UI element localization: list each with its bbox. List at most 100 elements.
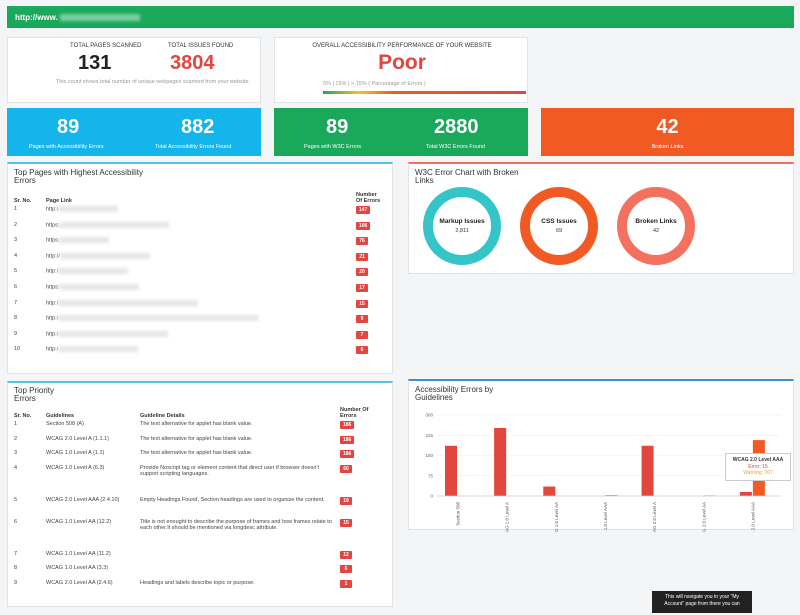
row-link[interactable]: http:// (46, 252, 356, 269)
row-sr: 9 (14, 579, 18, 586)
broken-links-tile: 42 Broken Links (541, 108, 794, 156)
x-tick-label: WCAG 1.0 Level A (505, 502, 510, 532)
donut-broken-links[interactable]: Broken Links 42 (617, 187, 695, 265)
row-guideline: WCAG 1.0 Level A (1.1) (46, 450, 105, 457)
x-tick-label: WCAG 2.0 Level AAA (750, 502, 755, 532)
error-count-badge: 9 (356, 315, 368, 324)
error-count-badge: 186 (340, 450, 355, 459)
row-errors: 186 (340, 435, 386, 451)
donut-label: CSS Issues (541, 218, 577, 225)
x-tick-label: WCAG 1.0 Level AA (554, 502, 559, 532)
x-tick-label: WCAG 2.0 Level AA (701, 502, 706, 532)
row-link[interactable]: http:/ (46, 268, 356, 284)
url-bar: http://www. (7, 6, 794, 28)
bar-error[interactable] (543, 486, 556, 496)
y-tick-label: 225 (425, 433, 433, 438)
priority-title: Top Priority Errors (14, 386, 55, 404)
table-row: 6 WCAG 1.0 Level AA (12.2) Title is not en… (14, 518, 386, 551)
table-row: 8 http:/9 (14, 315, 386, 331)
overall-performance-card: OVERALL ACCESSIBILITY PERFORMANCE OF YOU… (274, 37, 528, 103)
w3c-errors-label: Total W3C Errors Found (426, 144, 485, 150)
table-row: 7 WCAG 1.0 Level AA (11.2) 12 (14, 550, 386, 566)
top-pages-title: Top Pages with Highest Accessibility Err… (14, 168, 143, 186)
scale-text: 5% | 15% | > 15% ( Percentage of Errors … (323, 81, 426, 87)
w3c-tile: 89 Pages with W3C Errors 2880 Total W3C … (274, 108, 528, 156)
row-guideline: WCAG 1.0 Level AA (12.2) (46, 518, 112, 525)
row-guideline: WCAG 2.0 Level AA (2.4.6) (46, 579, 113, 586)
row-guideline: WCAG 1.0 Level A (6.3) (46, 464, 105, 471)
bar-error[interactable] (739, 491, 752, 496)
row-errors: 60 (340, 464, 386, 497)
error-count-badge: 15 (340, 518, 352, 527)
x-tick-label: WCAG 2.0 Level A (652, 502, 657, 532)
url-redacted (59, 14, 140, 22)
total-pages-value: 131 (78, 52, 112, 74)
row-sr: 5 (14, 496, 18, 503)
donut-value: 69 (556, 228, 562, 234)
bar-error[interactable] (641, 445, 654, 496)
performance-scale-bar (323, 91, 526, 94)
row-errors: 15 (356, 299, 386, 316)
priority-table-wrap: Sr. No. Guidelines Guideline Details Num… (14, 405, 386, 595)
broken-links-value: 42 (656, 116, 679, 138)
table-row: 10 http:/6 (14, 346, 386, 362)
row-errors: 186 (340, 450, 386, 465)
my-account-tooltip: This will navigate you to your "My Accou… (652, 591, 752, 613)
accessibility-errors-value: 882 (181, 116, 215, 138)
row-link[interactable]: https: (46, 221, 356, 238)
row-details: The text alternative for applet has blan… (140, 435, 253, 442)
accessibility-tile: 89 Pages with Accessibility Errors 882 T… (7, 108, 261, 156)
error-count-badge: 106 (356, 221, 371, 230)
row-sr: 9 (14, 330, 18, 337)
row-errors: 76 (356, 237, 386, 253)
row-errors: 20 (356, 268, 386, 284)
col-guidelines: Guidelines (46, 413, 75, 419)
row-errors: 21 (356, 252, 386, 269)
row-details: Empty Headings Found, Section headings a… (140, 496, 325, 503)
donut-label: Broken Links (635, 218, 677, 225)
row-errors: 19 (340, 496, 386, 519)
total-issues-value: 3804 (170, 52, 215, 74)
error-count-badge: 20 (356, 268, 368, 277)
row-sr: 6 (14, 283, 18, 290)
donut-markup-issues[interactable]: Markup Issues 2,811 (423, 187, 501, 265)
bar-error[interactable] (494, 427, 507, 496)
row-sr: 3 (14, 237, 18, 244)
url-text: http://www. (15, 13, 58, 22)
y-tick-label: 75 (428, 473, 434, 478)
row-errors: 7 (356, 330, 386, 347)
row-link[interactable]: http:/ (46, 206, 356, 222)
row-sr: 2 (14, 221, 18, 228)
donut-value: 42 (653, 228, 659, 234)
total-issues-label: TOTAL ISSUES FOUND (168, 43, 234, 49)
broken-links-label: Broken Links (651, 144, 684, 150)
row-guideline: WCAG 2.0 Level A (1.1.1) (46, 435, 109, 442)
guideline-chart-panel: Accessibility Errors by Guidelines 0 75 15… (408, 379, 794, 532)
error-count-badge: 186 (340, 421, 355, 429)
accessibility-errors-label: Total Accessibility Errors Found (155, 144, 232, 150)
top-pages-panel: Top Pages with Highest Accessibility Err… (7, 162, 393, 374)
error-count-badge: 19 (340, 496, 352, 505)
total-pages-label: TOTAL PAGES SCANNED (70, 43, 142, 49)
row-link[interactable]: http:/ (46, 315, 356, 331)
donut-css-issues[interactable]: CSS Issues 69 (520, 187, 598, 265)
row-link[interactable]: http:/ (46, 299, 356, 316)
row-link[interactable]: http:/ (46, 330, 356, 347)
row-sr: 8 (14, 565, 18, 572)
table-row: 2 https: 106 (14, 221, 386, 238)
row-link[interactable]: http:/ (46, 346, 356, 362)
row-link[interactable]: https: (46, 283, 356, 300)
bar-error[interactable] (445, 445, 457, 496)
summary-note: This count shows total number of unique … (56, 79, 249, 85)
error-count-badge: 186 (340, 435, 355, 444)
priority-table: Sr. No. Guidelines Guideline Details Num… (14, 405, 386, 595)
table-row: 5 WCAG 2.0 Level AAA (2.4.10) Empty Headin… (14, 496, 386, 519)
col-page-link: Page Link (46, 198, 72, 204)
w3c-chart-panel: W3C Error Chart with Broken Links Markup… (408, 162, 794, 274)
row-link[interactable]: https: (46, 237, 356, 253)
row-errors: 17 (356, 283, 386, 300)
col-errors: Number Of Errors (340, 407, 369, 419)
row-details: The text alternative for applet has blan… (140, 421, 253, 427)
table-row: 4 WCAG 1.0 Level A (6.3) Provide Noscript … (14, 464, 386, 497)
donut-value: 2,811 (455, 228, 468, 234)
